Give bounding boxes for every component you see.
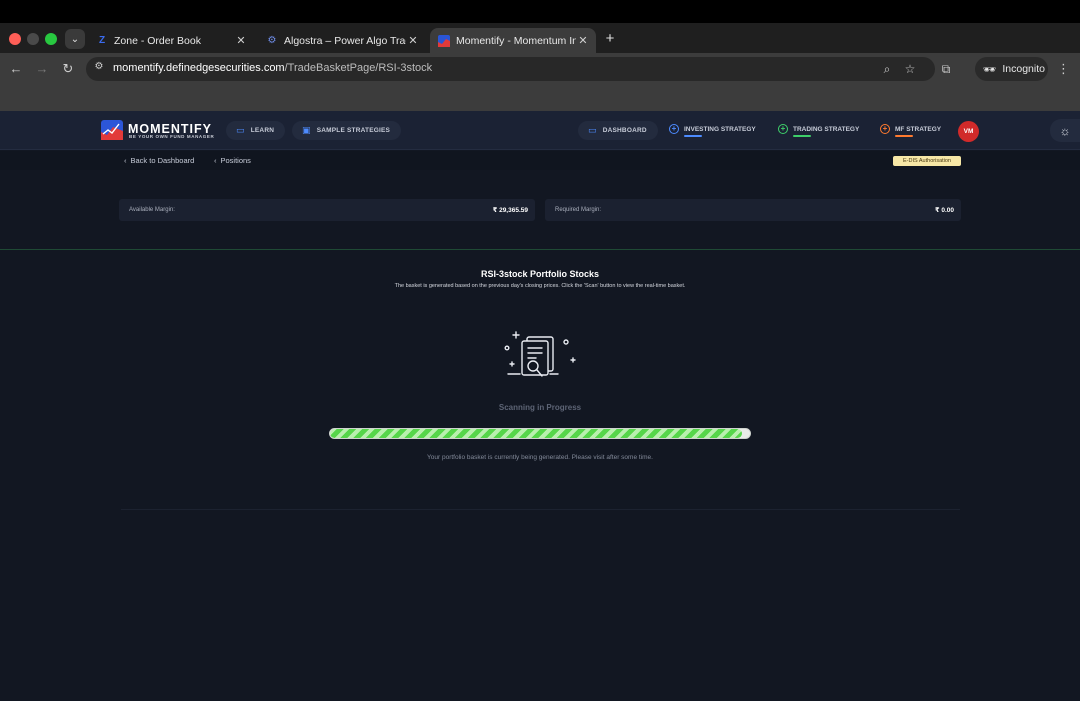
strategy-icon: ▣ <box>302 125 311 135</box>
momentify-favicon-icon <box>438 34 450 47</box>
available-margin-value: ₹ 29,365.59 <box>492 207 528 214</box>
chevron-left-icon: ‹ <box>124 156 127 165</box>
book-icon: ▭ <box>236 125 245 135</box>
close-icon[interactable]: ✕ <box>406 34 420 47</box>
reload-button[interactable]: ↻ <box>59 60 77 78</box>
edis-authorisation-button[interactable]: E-DIS Authorisation <box>893 156 961 166</box>
avatar[interactable]: VM <box>958 121 979 142</box>
sun-icon: ☼ <box>1059 123 1071 138</box>
plus-icon: + <box>605 30 615 47</box>
trading-underline <box>793 134 811 137</box>
page-title: RSI-3stock Portfolio Stocks <box>480 269 600 279</box>
site-info-icon[interactable]: ⚙ <box>92 61 106 75</box>
arrow-left-icon: ← <box>9 61 23 76</box>
required-margin-value: ₹ 0.00 <box>935 207 954 214</box>
window-close-button[interactable] <box>9 33 21 45</box>
close-icon[interactable]: ✕ <box>234 34 248 47</box>
zoom-icon[interactable]: ⌕ <box>879 61 895 77</box>
arrow-right-icon: → <box>35 61 49 76</box>
reload-icon: ↻ <box>62 61 74 76</box>
nav-dashboard[interactable]: ▭ DASHBOARD <box>578 121 658 140</box>
window-zoom-button[interactable] <box>45 33 57 45</box>
close-icon[interactable]: ✕ <box>576 34 590 47</box>
scan-status-text: Scanning in Progress <box>498 403 582 412</box>
incognito-badge[interactable]: 🕶 Incognito <box>975 57 1048 81</box>
chevron-down-icon: ⌄ <box>70 33 80 45</box>
generation-info-text: Your portfolio basket is currently being… <box>427 454 653 461</box>
required-margin-label: Required Margin: <box>555 207 602 213</box>
investing-underline <box>684 134 702 137</box>
browser-menu-icon[interactable]: ⋮ <box>1057 61 1070 77</box>
window-minimize-button[interactable] <box>27 33 39 45</box>
scan-progress-fill <box>330 429 742 438</box>
toolbar-lower-area <box>0 84 1080 111</box>
url-text[interactable]: momentify.definedgesecurities.com/TradeB… <box>113 62 432 74</box>
available-margin-card: Available Margin: ₹ 29,365.59 <box>119 199 535 221</box>
tab-algostra[interactable]: ⚙ Algostra – Power Algo Trading ✕ <box>258 28 426 53</box>
document-search-icon <box>504 331 576 377</box>
nav-investing-strategy[interactable]: + INVESTING STRATEGY <box>669 124 756 137</box>
plus-circle-icon: + <box>778 124 788 134</box>
nav-learn[interactable]: ▭ LEARN <box>226 121 286 140</box>
nav-mf-strategy[interactable]: + MF STRATEGY <box>880 124 941 137</box>
bottom-divider <box>121 509 960 510</box>
monitor-icon: ▭ <box>588 125 597 135</box>
chevron-left-icon: ‹ <box>214 156 217 165</box>
back-to-dashboard-link[interactable]: ‹ Back to Dashboard <box>124 156 194 165</box>
tab-momentify[interactable]: Momentify - Momentum Inves ✕ <box>430 28 596 53</box>
section-divider <box>0 249 1080 250</box>
page-subtitle: The basket is generated based on the pre… <box>394 283 686 289</box>
logo-subtitle: BE YOUR OWN FUND MANAGER <box>129 134 215 139</box>
extensions-icon[interactable]: ⧉ <box>938 61 954 77</box>
positions-link[interactable]: ‹ Positions <box>214 156 251 165</box>
forward-button[interactable]: → <box>33 60 51 78</box>
required-margin-card: Required Margin: ₹ 0.00 <box>545 199 961 221</box>
scan-progress-bar <box>329 428 751 439</box>
plus-circle-icon: + <box>880 124 890 134</box>
zone-z-icon: Z <box>98 35 106 46</box>
available-margin-label: Available Margin: <box>129 207 175 213</box>
plus-circle-icon: + <box>669 124 679 134</box>
theme-toggle-button[interactable]: ☼ <box>1050 119 1080 142</box>
incognito-icon: 🕶 <box>983 63 997 76</box>
new-tab-button[interactable]: + <box>601 30 619 48</box>
top-black-bar <box>0 0 1080 23</box>
back-button[interactable]: ← <box>7 60 25 78</box>
tab-zone-order-book[interactable]: Z Zone - Order Book ✕ <box>88 28 254 53</box>
momentify-logo-icon[interactable] <box>101 120 123 140</box>
nav-sample-strategies[interactable]: ▣ SAMPLE STRATEGIES <box>292 121 402 140</box>
tab-search-button[interactable]: ⌄ <box>65 29 85 49</box>
gear-favicon-icon: ⚙ <box>267 35 277 46</box>
nav-trading-strategy[interactable]: + TRADING STRATEGY <box>778 124 859 137</box>
mf-underline <box>895 134 913 137</box>
bookmark-star-icon[interactable]: ☆ <box>902 61 918 77</box>
